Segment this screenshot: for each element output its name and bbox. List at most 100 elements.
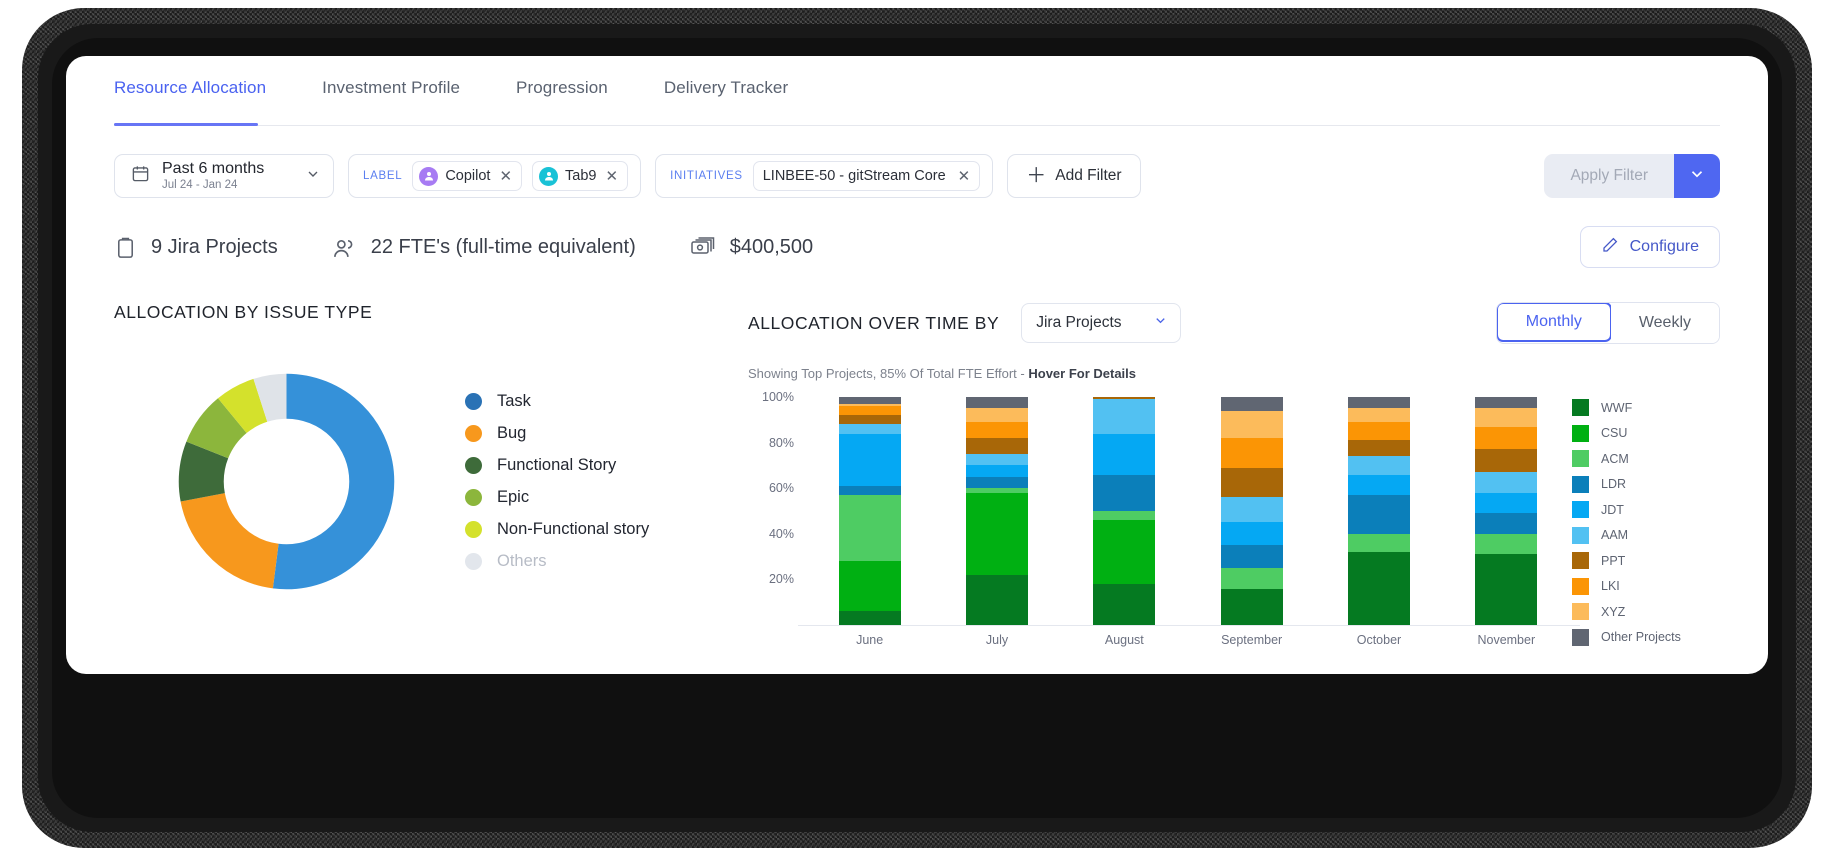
bar-legend-item[interactable]: AAM [1572, 526, 1712, 544]
stacked-bar[interactable] [1475, 397, 1538, 625]
remove-chip-icon[interactable]: ✕ [499, 169, 512, 184]
apply-filter-dropdown-button[interactable] [1674, 154, 1720, 198]
donut-legend-item[interactable]: Non-Functional story [465, 520, 649, 539]
filter-chip-initiative[interactable]: LINBEE-50 - gitStream Core ✕ [752, 161, 981, 191]
legend-label: WWF [1601, 400, 1633, 415]
bar-segment[interactable] [1475, 472, 1538, 493]
bar-segment[interactable] [1220, 410, 1283, 439]
label-filter-group[interactable]: LABEL Copilot ✕ Tab9 ✕ [348, 154, 642, 198]
tab-investment-profile[interactable]: Investment Profile [322, 78, 460, 114]
stacked-bar[interactable] [1347, 397, 1410, 625]
legend-color-swatch [1572, 475, 1589, 493]
bar-segment[interactable] [1475, 513, 1538, 534]
legend-color-swatch [1572, 628, 1589, 646]
tab-progression[interactable]: Progression [516, 78, 608, 114]
bar-segment[interactable] [1347, 552, 1410, 625]
bar-segment[interactable] [1347, 422, 1410, 441]
bar-segment[interactable] [1475, 449, 1538, 473]
bar-segment[interactable] [965, 397, 1028, 409]
calendar-icon [131, 164, 150, 188]
bar-segment[interactable] [838, 433, 901, 486]
bar-legend-item[interactable]: CSU [1572, 424, 1712, 442]
bar-segment[interactable] [838, 424, 901, 434]
bar-segment[interactable] [838, 611, 901, 625]
bar-legend-item[interactable]: WWF [1572, 399, 1712, 416]
bar-legend-item[interactable]: JDT [1572, 501, 1712, 518]
bar-segment[interactable] [838, 397, 901, 404]
bar-segment[interactable] [1347, 533, 1410, 553]
bar-segment[interactable] [1347, 474, 1410, 496]
bar-segment[interactable] [838, 495, 901, 562]
bar-legend-item[interactable]: PPT [1572, 552, 1712, 569]
bar-segment[interactable] [1347, 456, 1410, 475]
configure-button[interactable]: Configure [1579, 226, 1720, 268]
legend-label: CSU [1601, 426, 1628, 440]
bar-segment[interactable] [1220, 522, 1283, 546]
period-monthly-button[interactable]: Monthly [1496, 303, 1612, 342]
bar-segment[interactable] [1220, 568, 1283, 589]
bar-legend-item[interactable]: LKI [1572, 577, 1712, 595]
donut-legend-item[interactable]: Epic [465, 488, 649, 507]
bar-segment[interactable] [965, 574, 1028, 625]
stacked-bar[interactable] [965, 397, 1028, 625]
bar-segment[interactable] [1347, 495, 1410, 534]
bar-segment[interactable] [965, 408, 1028, 423]
bar-segment[interactable] [1220, 467, 1283, 498]
remove-chip-icon[interactable]: ✕ [605, 169, 618, 184]
date-range-selector[interactable]: Past 6 months Jul 24 - Jan 24 [114, 154, 334, 198]
bar-segment[interactable] [1093, 433, 1156, 475]
donut-legend-item[interactable]: Bug [465, 424, 649, 443]
stacked-bar[interactable] [1220, 397, 1283, 625]
tab-resource-allocation[interactable]: Resource Allocation [114, 78, 266, 114]
bar-segment[interactable] [965, 476, 1028, 489]
bar-legend-item[interactable]: XYZ [1572, 603, 1712, 620]
bar-segment[interactable] [965, 438, 1028, 455]
bar-segment[interactable] [1347, 397, 1410, 409]
bar-segment[interactable] [838, 485, 901, 496]
bar-segment[interactable] [965, 492, 1028, 575]
stacked-bar[interactable] [1093, 397, 1156, 625]
bar-segment[interactable] [1220, 397, 1283, 411]
filter-chip-copilot[interactable]: Copilot ✕ [412, 161, 523, 191]
add-filter-button[interactable]: ＋ Add Filter [1007, 154, 1141, 198]
bar-segment[interactable] [1475, 533, 1538, 555]
tab-delivery-tracker[interactable]: Delivery Tracker [664, 78, 788, 114]
period-weekly-button[interactable]: Weekly [1610, 303, 1719, 343]
bar-segment[interactable] [1220, 497, 1283, 523]
bar-segment[interactable] [1093, 583, 1156, 625]
bar-segment[interactable] [838, 415, 901, 425]
bar-segment[interactable] [1475, 397, 1538, 409]
bar-segment[interactable] [1475, 426, 1538, 450]
bar-segment[interactable] [1347, 440, 1410, 457]
bar-segment[interactable] [838, 406, 901, 416]
filter-chip-tab9[interactable]: Tab9 ✕ [532, 161, 629, 191]
donut-legend-item[interactable]: Functional Story [465, 456, 649, 475]
stacked-bar[interactable] [838, 397, 901, 625]
donut-chart-wrap: Task Bug Functional Story Epic Non-Functiona… [114, 369, 734, 594]
bar-segment[interactable] [965, 454, 1028, 466]
bar-segment[interactable] [1475, 554, 1538, 625]
bar-legend-item[interactable]: Other Projects [1572, 628, 1712, 646]
bar-segment[interactable] [1475, 492, 1538, 514]
bar-segment[interactable] [965, 422, 1028, 439]
bar-segment[interactable] [1093, 474, 1156, 512]
charts-area: ALLOCATION BY ISSUE TYPE Task Bug Function… [66, 268, 1768, 657]
bar-legend-item[interactable]: ACM [1572, 450, 1712, 467]
bar-legend-item[interactable]: LDR [1572, 475, 1712, 493]
bar-segment[interactable] [1220, 588, 1283, 625]
bar-segment[interactable] [1220, 438, 1283, 468]
bar-segment[interactable] [1347, 408, 1410, 423]
bar-segment[interactable] [1475, 408, 1538, 427]
group-by-select[interactable]: Jira Projects [1021, 303, 1182, 343]
donut-legend-item[interactable]: Task [465, 392, 649, 411]
bar-segment[interactable] [965, 465, 1028, 477]
initiatives-filter-group[interactable]: INITIATIVES LINBEE-50 - gitStream Core ✕ [655, 154, 994, 198]
bar-segment[interactable] [838, 561, 901, 612]
donut-legend-item[interactable]: Others [465, 552, 649, 571]
bar-segment[interactable] [1093, 399, 1156, 434]
bar-segment[interactable] [1093, 520, 1156, 584]
bar-segment[interactable] [1220, 545, 1283, 569]
remove-chip-icon[interactable]: ✕ [958, 169, 971, 184]
bar-segment[interactable] [1093, 511, 1156, 521]
apply-filter-button[interactable]: Apply Filter [1544, 154, 1674, 198]
